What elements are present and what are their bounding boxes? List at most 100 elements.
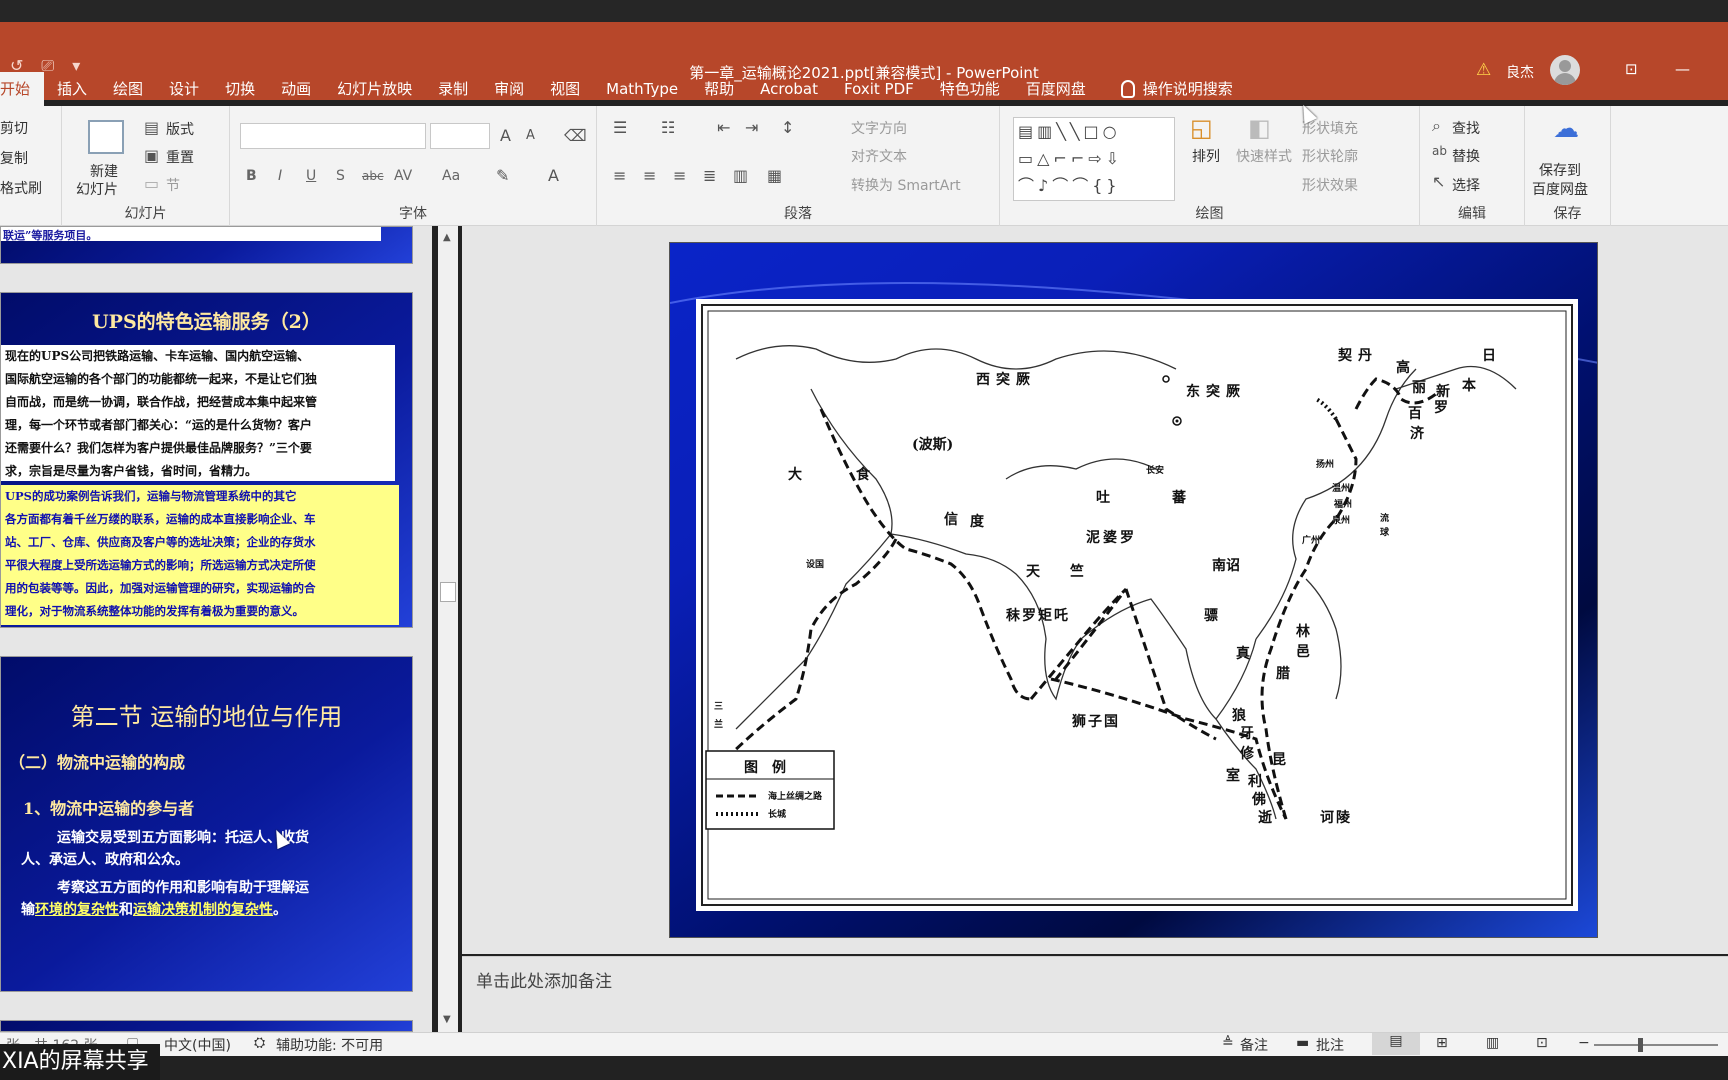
tab-design[interactable]: 设计 (156, 72, 212, 106)
select-icon[interactable]: ↖ (1432, 172, 1445, 191)
zoom-slider[interactable] (1594, 1044, 1718, 1046)
shape-effects-button[interactable]: 形状效果 (1302, 175, 1358, 195)
arrange-button[interactable]: 排列 (1192, 146, 1220, 166)
shapes-gallery[interactable]: ▤▥╲╲□○ ▭△⌐⌐⇨⇩ ⌒♪⌒⌒{} (1013, 117, 1175, 201)
tab-record[interactable]: 录制 (425, 72, 481, 106)
increase-font-icon[interactable]: A (500, 126, 511, 145)
language-indicator[interactable]: 中文(中国) (164, 1035, 231, 1055)
align-center-icon[interactable]: ≡ (643, 166, 656, 185)
quick-styles-icon[interactable]: ◧ (1248, 114, 1271, 142)
notes-placeholder[interactable]: 单击此处添加备注 (476, 967, 612, 992)
font-color-icon[interactable]: A (548, 166, 559, 185)
cut-button[interactable]: 剪切 (0, 118, 28, 138)
underline-button[interactable]: U (306, 168, 316, 184)
notes-icon[interactable]: ≜ (1222, 1035, 1234, 1051)
new-slide-label-2[interactable]: 幻灯片 (76, 179, 118, 199)
save-to-label-1[interactable]: 保存到 (1539, 160, 1581, 180)
new-slide-label-1[interactable]: 新建 (90, 161, 118, 181)
bullets-icon[interactable]: ☰ (613, 118, 627, 137)
baidu-cloud-icon[interactable]: ☁ (1553, 114, 1579, 144)
decrease-indent-icon[interactable]: ⇤ (717, 118, 730, 137)
line-spacing-icon[interactable]: ↕ (781, 118, 794, 137)
scroll-down-icon[interactable]: ▼ (443, 1014, 451, 1025)
increase-indent-icon[interactable]: ⇥ (745, 118, 758, 137)
user-name[interactable]: 良杰 (1506, 62, 1534, 82)
replace-icon[interactable]: ab (1432, 144, 1447, 158)
clear-formatting-icon[interactable]: ⌫ (564, 126, 587, 145)
shadow-button[interactable]: S (336, 168, 345, 184)
char-spacing-button[interactable]: AV (394, 168, 412, 184)
columns-icon[interactable]: ▦ (767, 166, 782, 185)
tab-help[interactable]: 帮助 (691, 72, 747, 106)
tab-insert[interactable]: 插入 (44, 72, 100, 106)
reset-icon[interactable]: ▣ (144, 146, 159, 165)
decrease-font-icon[interactable]: A (526, 128, 535, 143)
quick-styles-button[interactable]: 快速样式 (1236, 146, 1292, 166)
align-right-icon[interactable]: ≡ (673, 166, 686, 185)
slide-thumbnail-prev[interactable]: 联运”等服务项目。 (0, 226, 413, 264)
distributed-icon[interactable]: ▥ (733, 166, 748, 185)
slideshow-view-icon[interactable]: ⊡ (1536, 1035, 1548, 1051)
scroll-up-icon[interactable]: ▲ (443, 232, 451, 243)
tab-mathtype[interactable]: MathType (593, 72, 691, 106)
tab-slideshow[interactable]: 幻灯片放映 (324, 72, 425, 106)
layout-button[interactable]: 版式 (166, 119, 194, 139)
tab-draw[interactable]: 绘图 (100, 72, 156, 106)
highlight-icon[interactable]: ✎ (496, 166, 509, 185)
zoom-slider-thumb[interactable] (1638, 1038, 1643, 1052)
comments-toggle-button[interactable]: 批注 (1316, 1035, 1344, 1055)
slide-thumbnail-section2[interactable]: 第二节 运输的地位与作用 （二）物流中运输的构成 1、物流中运输的参与者 运输交… (0, 656, 413, 992)
slide-sorter-icon[interactable]: ⊞ (1436, 1035, 1448, 1051)
select-button[interactable]: 选择 (1452, 175, 1480, 195)
comments-icon[interactable]: ▬ (1296, 1035, 1309, 1051)
section-icon[interactable]: ▭ (144, 174, 159, 193)
tab-special-features[interactable]: 特色功能 (927, 72, 1013, 106)
align-left-icon[interactable]: ≡ (613, 166, 626, 185)
format-painter-button[interactable]: 格式刷 (0, 178, 42, 198)
slide-thumbnail-ups[interactable]: UPS的特色运输服务（2） 现在的UPS公司把铁路运输、卡车运输、国内航空运输、… (0, 292, 413, 628)
replace-button[interactable]: 替换 (1452, 146, 1480, 166)
tab-home[interactable]: 开始 (0, 72, 45, 106)
strikethrough-button[interactable]: abc (362, 169, 384, 183)
new-slide-icon[interactable] (88, 120, 124, 154)
font-size-dropdown[interactable] (430, 123, 490, 149)
normal-view-icon[interactable]: ▤ (1372, 1033, 1420, 1055)
reading-view-icon[interactable]: ▥ (1486, 1035, 1499, 1051)
notes-toggle-button[interactable]: 备注 (1240, 1035, 1268, 1055)
find-button[interactable]: 查找 (1452, 118, 1480, 138)
copy-button[interactable]: 复制 (0, 148, 28, 168)
accessibility-status[interactable]: 辅助功能: 不可用 (276, 1035, 383, 1055)
shape-outline-button[interactable]: 形状轮廓 (1302, 146, 1358, 166)
warning-icon[interactable]: ⚠ (1476, 60, 1491, 80)
minimize-icon[interactable]: — (1675, 60, 1690, 78)
current-slide[interactable]: 西突厥 东突厥 契丹 高 丽 新 罗 百 济 日 本 (波斯) 大 食 吐 蕃 … (669, 242, 1598, 938)
tab-acrobat[interactable]: Acrobat (747, 72, 831, 106)
justify-icon[interactable]: ≣ (703, 166, 716, 185)
convert-smartart-button[interactable]: 转换为 SmartArt (851, 175, 961, 195)
tab-baidu-netdisk[interactable]: 百度网盘 (1013, 72, 1099, 106)
tab-foxit-pdf[interactable]: Foxit PDF (831, 72, 927, 106)
tell-me-search[interactable]: 操作说明搜索 (1143, 72, 1246, 106)
notes-pane[interactable]: 单击此处添加备注 (462, 956, 1728, 1032)
tab-transitions[interactable]: 切换 (212, 72, 268, 106)
ribbon-display-options-icon[interactable]: ⊡ (1625, 60, 1638, 78)
arrange-icon[interactable]: ◱ (1190, 114, 1213, 142)
layout-icon[interactable]: ▤ (144, 118, 159, 137)
thumbnail-scrollbar[interactable]: ▲ ▼ (438, 226, 458, 1032)
save-to-label-2[interactable]: 百度网盘 (1532, 179, 1588, 199)
bold-button[interactable]: B (246, 168, 257, 184)
section-button[interactable]: 节 (166, 175, 180, 195)
slide-thumbnail-next[interactable] (0, 1020, 413, 1032)
zoom-out-icon[interactable]: − (1578, 1035, 1590, 1051)
italic-button[interactable]: I (278, 168, 282, 184)
align-text-button[interactable]: 对齐文本 (851, 146, 907, 166)
numbering-icon[interactable]: ☷ (661, 118, 675, 137)
text-direction-button[interactable]: 文字方向 (851, 118, 907, 138)
tab-view[interactable]: 视图 (537, 72, 593, 106)
font-name-dropdown[interactable] (240, 123, 426, 149)
tab-review[interactable]: 审阅 (481, 72, 537, 106)
find-icon[interactable]: ⌕ (1432, 116, 1441, 136)
tab-animations[interactable]: 动画 (268, 72, 324, 106)
scroll-thumb[interactable] (440, 582, 456, 602)
reset-button[interactable]: 重置 (166, 147, 194, 167)
